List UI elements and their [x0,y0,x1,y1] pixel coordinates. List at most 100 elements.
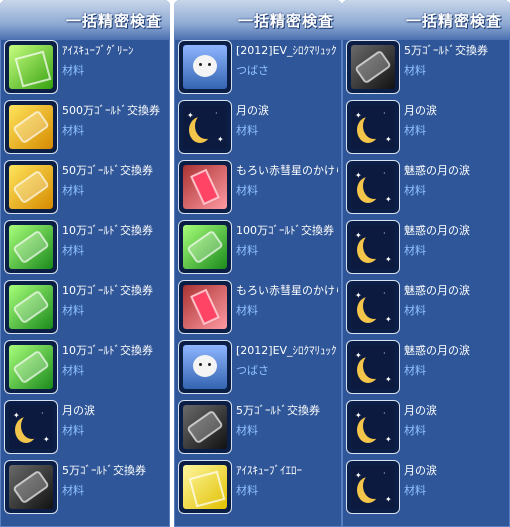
item-name: 月の涙 [404,104,437,117]
panel-header: 一括精密検査 [0,0,170,40]
list-item[interactable]: 5万ｺﾞｰﾙﾄﾞ交換券 材料 [174,400,342,460]
green-ice-cube-icon [9,45,53,89]
item-icon-frame [5,101,57,153]
list-item[interactable]: 500万ｺﾞｰﾙﾄﾞ交換券 材料 [0,100,170,160]
list-item[interactable]: 50万ｺﾞｰﾙﾄﾞ交換券 材料 [0,160,170,220]
inspection-panel-middle: 一括精密検査 [2012]EV_ｼﾛｸﾏﾘｭｯｸ つばさ ✦ ✦ · 月の涙 材料 もろい赤彗… [174,0,342,527]
item-name: 100万ｺﾞｰﾙﾄﾞ交換券 [236,224,334,237]
item-type: 材料 [404,424,426,437]
item-list: [2012]EV_ｼﾛｸﾏﾘｭｯｸ つばさ ✦ ✦ · 月の涙 材料 もろい赤彗星のかけら 材料… [174,40,342,520]
item-icon-frame [5,461,57,513]
item-icon-frame: ✦ ✦ · [347,341,399,393]
item-type: 材料 [62,124,84,137]
polar-bear-backpack-icon [183,45,227,89]
item-name: 魅惑の月の涙 [404,164,470,177]
list-item[interactable]: 10万ｺﾞｰﾙﾄﾞ交換券 材料 [0,220,170,280]
moon-icon: ✦ ✦ · [351,105,395,149]
list-item[interactable]: ✦ ✦ · 魅惑の月の涙 材料 [342,280,510,340]
list-item[interactable]: ✦ ✦ · 魅惑の月の涙 材料 [342,340,510,400]
item-icon-frame [179,41,231,93]
item-icon-frame [179,341,231,393]
item-name: 5万ｺﾞｰﾙﾄﾞ交換券 [236,404,320,417]
panel-header: 一括精密検査 [342,0,510,40]
item-icon-frame [179,221,231,273]
item-icon-frame [5,161,57,213]
black-ticket-icon [183,405,227,449]
item-name: 5万ｺﾞｰﾙﾄﾞ交換券 [62,464,146,477]
item-icon-frame [5,221,57,273]
item-icon-frame: ✦ ✦ · [347,401,399,453]
item-icon-frame: ✦ ✦ · [347,281,399,333]
item-type: 材料 [404,364,426,377]
item-name: 10万ｺﾞｰﾙﾄﾞ交換券 [62,284,153,297]
item-name: [2012]EV_ｼﾛｸﾏﾘｭｯｸ [236,44,337,57]
list-item[interactable]: ✦ ✦ · 月の涙 材料 [342,460,510,520]
item-name: もろい赤彗星のかけら [236,164,338,177]
list-item[interactable]: ｱｲｽｷｭｰﾌﾞｲｴﾛｰ 材料 [174,460,342,520]
list-item[interactable]: ✦ ✦ · 月の涙 材料 [174,100,342,160]
moon-icon: ✦ ✦ · [351,225,395,269]
item-name: ｱｲｽｷｭｰﾌﾞｸﾞﾘｰﾝ [62,44,134,57]
item-type: 材料 [236,244,258,257]
red-comet-shard-icon [183,165,227,209]
list-item[interactable]: ✦ ✦ · 月の涙 材料 [342,400,510,460]
list-item[interactable]: ✦ ✦ · 月の涙 材料 [0,400,170,460]
item-icon-frame [5,341,57,393]
list-item[interactable]: もろい赤彗星のかけら 材料 [174,160,342,220]
item-type: 材料 [236,484,258,497]
item-icon-frame [5,281,57,333]
list-item[interactable]: 100万ｺﾞｰﾙﾄﾞ交換券 材料 [174,220,342,280]
item-icon-frame [347,41,399,93]
item-name: ｱｲｽｷｭｰﾌﾞｲｴﾛｰ [236,464,302,477]
item-name: もろい赤彗星のかけら [236,284,338,297]
list-item[interactable]: 5万ｺﾞｰﾙﾄﾞ交換券 材料 [342,40,510,100]
item-type: 材料 [62,244,84,257]
item-type: 材料 [404,304,426,317]
item-name: 月の涙 [236,104,269,117]
red-comet-shard-icon [183,285,227,329]
item-type: つばさ [236,64,269,77]
list-item[interactable]: [2012]EV_ｼﾛｸﾏﾘｭｯｸ つばさ [174,340,342,400]
moon-icon: ✦ ✦ · [9,405,53,449]
list-item[interactable]: 10万ｺﾞｰﾙﾄﾞ交換券 材料 [0,280,170,340]
green-ticket-icon [183,225,227,269]
item-type: 材料 [62,184,84,197]
moon-icon: ✦ ✦ · [351,285,395,329]
item-type: 材料 [404,124,426,137]
gold-ticket-icon [9,105,53,149]
moon-icon: ✦ ✦ · [351,465,395,509]
list-item[interactable]: 10万ｺﾞｰﾙﾄﾞ交換券 材料 [0,340,170,400]
panel-header: 一括精密検査 [174,0,342,40]
item-icon-frame: ✦ ✦ · [347,461,399,513]
polar-bear-backpack-icon [183,345,227,389]
moon-icon: ✦ ✦ · [351,165,395,209]
item-type: 材料 [404,64,426,77]
item-type: 材料 [62,484,84,497]
item-type: 材料 [236,304,258,317]
black-ticket-icon [351,45,395,89]
item-icon-frame [179,401,231,453]
list-item[interactable]: 5万ｺﾞｰﾙﾄﾞ交換券 材料 [0,460,170,520]
list-item[interactable]: ✦ ✦ · 月の涙材料 [342,100,510,160]
item-type: つばさ [236,364,269,377]
inspection-panel-right: 一括精密検査 5万ｺﾞｰﾙﾄﾞ交換券 材料 ✦ ✦ · 月の涙 材料 ✦ ✦ · 魅惑の月の涙 材料 ✦… [342,0,510,527]
panel-title: 一括精密検査 [405,12,502,30]
item-icon-frame [179,161,231,213]
item-list: ｱｲｽｷｭｰﾌﾞｸﾞﾘｰﾝ 材料 500万ｺﾞｰﾙﾄﾞ交換券 材料 50万ｺﾞｰﾙﾄﾞ交… [0,40,170,520]
item-icon-frame: ✦ ✦ · [179,101,231,153]
item-name: 月の涙 [404,464,437,477]
item-icon-frame: ✦ ✦ · [347,101,399,153]
gold-ticket-icon [9,165,53,209]
item-name: 50万ｺﾞｰﾙﾄﾞ交換券 [62,164,153,177]
list-item[interactable]: [2012]EV_ｼﾛｸﾏﾘｭｯｸ つばさ [174,40,342,100]
green-ticket-icon [9,345,53,389]
item-icon-frame [179,281,231,333]
item-name: 魅惑の月の涙 [404,224,470,237]
list-item[interactable]: ✦ ✦ · 魅惑の月の涙 材料 [342,220,510,280]
list-item[interactable]: ｱｲｽｷｭｰﾌﾞｸﾞﾘｰﾝ 材料 [0,40,170,100]
item-type: 材料 [62,424,84,437]
list-item[interactable]: ✦ ✦ · 魅惑の月の涙 材料 [342,160,510,220]
list-item[interactable]: もろい赤彗星のかけら 材料 [174,280,342,340]
item-name: 魅惑の月の涙 [404,344,470,357]
inspection-panel-left: 一括精密検査 ｱｲｽｷｭｰﾌﾞｸﾞﾘｰﾝ 材料 500万ｺﾞｰﾙﾄﾞ交換券 材料 50万… [0,0,170,527]
